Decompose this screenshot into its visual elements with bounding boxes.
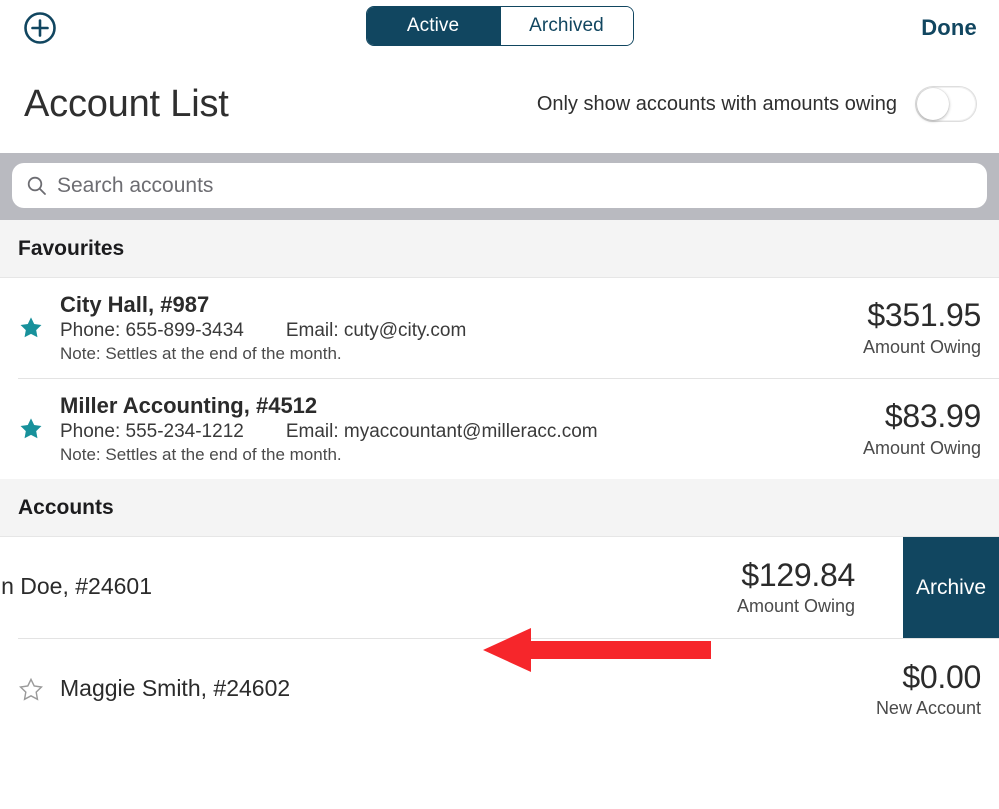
tab-active[interactable]: Active [366, 7, 500, 45]
section-header-favourites: Favourites [0, 220, 999, 278]
table-row[interactable]: Maggie Smith, #24602 $0.00 New Account [0, 639, 999, 740]
favourite-star-toggle[interactable] [18, 677, 60, 703]
amount-value: $351.95 [867, 297, 981, 334]
search-input[interactable] [57, 173, 973, 198]
owing-filter-toggle[interactable] [915, 86, 977, 122]
favourite-star-toggle[interactable] [18, 416, 60, 442]
amount-label: Amount Owing [862, 437, 981, 458]
search-bar-container [0, 153, 999, 220]
amount-value: $129.84 [741, 556, 855, 593]
amount-label: New Account [875, 698, 981, 719]
star-filled-icon [18, 416, 44, 442]
account-phone: Phone: 555-234-1212 [60, 421, 244, 442]
owing-filter-label: Only show accounts with amounts owing [536, 92, 897, 115]
account-details: City Hall, #987 Phone: 655-899-3434 Emai… [60, 292, 847, 364]
account-details: John Doe, #24601 [0, 573, 721, 602]
plus-circle-icon [23, 11, 57, 45]
amount-label: Amount Owing [736, 596, 855, 617]
done-button[interactable]: Done [921, 15, 977, 41]
amount-value: $0.00 [902, 658, 981, 695]
search-icon [26, 175, 47, 196]
favourite-star-toggle[interactable] [18, 315, 60, 341]
toggle-knob [917, 88, 949, 120]
table-row[interactable]: City Hall, #987 Phone: 655-899-3434 Emai… [0, 278, 999, 378]
archive-button[interactable]: Archive [903, 537, 999, 638]
amount-value: $83.99 [884, 398, 981, 435]
amount-label: Amount Owing [862, 336, 981, 357]
top-navigation-bar: Active Archived Done [0, 0, 999, 55]
page-title: Account List [24, 82, 229, 125]
star-outline-icon [18, 677, 44, 703]
account-amount-block: $351.95 Amount Owing [847, 298, 981, 357]
account-name: City Hall, #987 [60, 292, 210, 317]
account-note: Note: Settles at the end of the month. [60, 344, 342, 363]
account-note: Note: Settles at the end of the month. [60, 445, 342, 464]
star-filled-icon [18, 315, 44, 341]
account-name: Maggie Smith, #24602 [60, 675, 291, 701]
search-box[interactable] [12, 163, 987, 208]
account-contact: Phone: 655-899-3434 Email: cuty@city.com [60, 320, 847, 342]
account-name: Miller Accounting, #4512 [60, 393, 318, 418]
page-header: Account List Only show accounts with amo… [0, 55, 999, 153]
account-list-screen: Active Archived Done Account List Only s… [0, 0, 999, 809]
account-email: Email: cuty@city.com [285, 320, 467, 341]
account-details: Miller Accounting, #4512 Phone: 555-234-… [60, 393, 847, 465]
section-header-accounts: Accounts [0, 479, 999, 537]
account-amount-block: $0.00 New Account [860, 658, 981, 719]
table-row-swiped[interactable]: John Doe, #24601 $129.84 Amount Owing Ar… [0, 537, 999, 638]
table-row[interactable]: Miller Accounting, #4512 Phone: 555-234-… [0, 379, 999, 479]
account-amount-block: $83.99 Amount Owing [847, 399, 981, 458]
account-contact: Phone: 555-234-1212 Email: myaccountant@… [60, 421, 847, 443]
add-account-button[interactable] [20, 8, 60, 48]
tab-archived[interactable]: Archived [499, 7, 633, 45]
account-email: Email: myaccountant@milleracc.com [285, 421, 598, 442]
tab-active-label: Active [406, 15, 460, 36]
swiped-row-content[interactable]: John Doe, #24601 $129.84 Amount Owing [0, 537, 903, 638]
tab-archived-label: Archived [529, 15, 604, 36]
account-name: John Doe, #24601 [0, 573, 152, 599]
account-amount-block: $129.84 Amount Owing [721, 556, 885, 617]
active-archived-segmented-control[interactable]: Active Archived [365, 6, 634, 46]
owing-filter-group: Only show accounts with amounts owing [537, 86, 977, 122]
account-phone: Phone: 655-899-3434 [60, 320, 244, 341]
account-details: Maggie Smith, #24602 [60, 675, 860, 704]
